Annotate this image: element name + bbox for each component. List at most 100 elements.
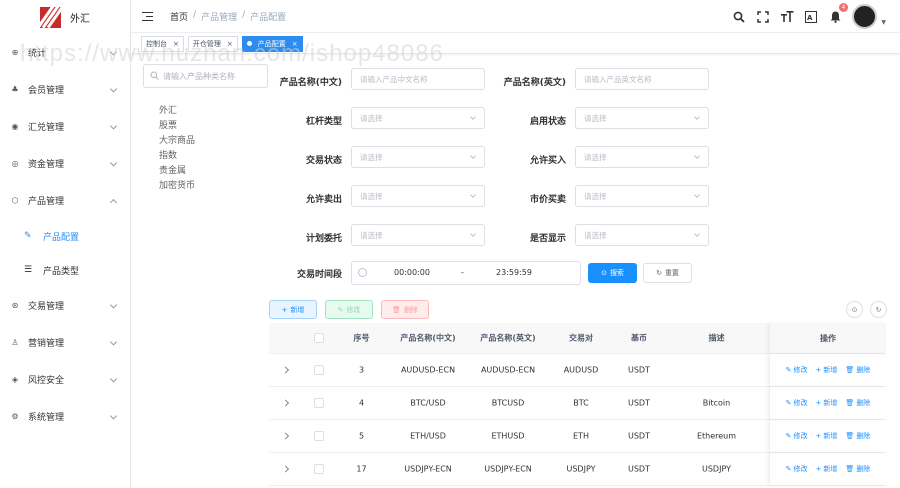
allow-sell-label: 允许卖出 <box>305 195 342 205</box>
sidebar-item-dashboard[interactable]: ⊕ 统计 <box>0 34 130 71</box>
edit-icon: ✎ <box>24 231 32 241</box>
tag-console[interactable]: 控制台 × <box>141 35 184 52</box>
trade-status-label: 交易状态 <box>305 156 342 166</box>
row-edit-button[interactable]: ✎ 修改 <box>786 398 808 408</box>
expand-row-icon[interactable] <box>281 366 290 374</box>
row-edit-button[interactable]: ✎ 修改 <box>786 464 808 474</box>
trade-status-select[interactable]: 请选择 <box>351 146 485 168</box>
row-checkbox[interactable] <box>314 365 324 375</box>
select-placeholder: 请选择 <box>360 191 383 201</box>
avatar[interactable] <box>852 4 878 29</box>
show-select[interactable]: 请选择 <box>575 224 709 246</box>
trade-icon: ⊛ <box>11 301 19 310</box>
sidebar-subitem-edit[interactable]: ✎ 产品配置 <box>0 219 130 253</box>
tag-product-config[interactable]: 产品配置 × <box>241 35 303 52</box>
row-add-button[interactable]: + 新增 <box>816 464 838 474</box>
tree-node[interactable]: 加密货币 <box>159 178 268 193</box>
table-body: 3 AUDUSD-ECN AUDUSD-ECN AUDUSD USDT ✎ 修改 + 新增 🗑 删除… <box>269 354 886 486</box>
expand-row-icon[interactable] <box>281 399 290 407</box>
expand-row-icon[interactable] <box>281 465 290 473</box>
row-checkbox[interactable] <box>314 464 324 474</box>
tag-open-position[interactable]: 开仓管理 × <box>187 35 238 52</box>
time-start[interactable]: 00:00:00 <box>394 268 430 277</box>
allow-sell-select[interactable]: 请选择 <box>351 185 485 207</box>
table-row[interactable]: 4 BTC/USD BTCUSD BTC USDT Bitcoin ✎ 修改 + 新增 🗑 删除 <box>269 387 886 420</box>
sidebar-item-users[interactable]: ♣ 会员管理 <box>0 71 130 108</box>
sidebar-item-shield[interactable]: ◈ 风控安全 <box>0 361 130 398</box>
expand-row-icon[interactable] <box>281 432 290 440</box>
row-edit-button[interactable]: ✎ 修改 <box>786 431 808 441</box>
tree-node[interactable]: 股票 <box>159 118 268 133</box>
cell-name-cn: BTC/USD <box>410 398 446 408</box>
row-delete-label: 删除 <box>856 465 871 473</box>
row-delete-button[interactable]: 🗑 删除 <box>845 398 870 408</box>
name-en-label: 产品名称(英文) <box>503 78 566 88</box>
allow-buy-select[interactable]: 请选择 <box>575 146 709 168</box>
close-icon[interactable]: × <box>173 40 179 48</box>
enabled-select[interactable]: 请选择 <box>575 107 709 129</box>
toggle-search-icon[interactable]: ⊙ <box>846 301 863 318</box>
name-cn-input[interactable]: 请输入产品中文名称 <box>351 68 485 90</box>
sidebar-item-funds[interactable]: ◎ 资金管理 <box>0 145 130 182</box>
fullscreen-icon[interactable] <box>756 10 770 24</box>
sidebar-item-product[interactable]: ⬡ 产品管理 <box>0 182 130 219</box>
logo[interactable]: 外汇 <box>0 0 130 34</box>
tree-node[interactable]: 大宗商品 <box>159 133 268 148</box>
bell-icon[interactable]: 4 <box>828 2 849 24</box>
shield-icon: ◈ <box>11 375 19 384</box>
refresh-icon[interactable]: ↻ <box>870 301 887 318</box>
edit-icon: ✎ <box>337 305 344 314</box>
row-checkbox[interactable] <box>314 398 324 408</box>
row-delete-button[interactable]: 🗑 删除 <box>845 365 870 375</box>
sidebar-item-marketing[interactable]: ♙ 营销管理 <box>0 324 130 361</box>
table-row[interactable]: 5 ETH/USD ETHUSD ETH USDT Ethereum ✎ 修改 + 新增 🗑 删除 <box>269 420 886 453</box>
row-checkbox[interactable] <box>314 431 324 441</box>
list-icon: ☰ <box>24 265 33 275</box>
tree-search-input[interactable]: 请输入产品种类名称 <box>143 64 268 88</box>
sidebar-item-exchange[interactable]: ◉ 汇兑管理 <box>0 108 130 145</box>
market-trade-select[interactable]: 请选择 <box>575 185 709 207</box>
table-row[interactable]: 3 AUDUSD-ECN AUDUSD-ECN AUDUSD USDT ✎ 修改 + 新增 🗑 删除 <box>269 354 886 387</box>
row-edit-button[interactable]: ✎ 修改 <box>786 365 808 375</box>
font-size-icon[interactable] <box>780 10 794 24</box>
plan-order-select[interactable]: 请选择 <box>351 224 485 246</box>
table-header: 序号 产品名称(中文) 产品名称(英文) 交易对 基币 描述 操作 <box>269 323 886 354</box>
row-add-button[interactable]: + 新增 <box>816 431 838 441</box>
delete-button-label: 删除 <box>403 305 418 314</box>
edit-button[interactable]: ✎ 修改 <box>325 300 373 319</box>
sidebar-subitem-list[interactable]: ☰ 产品类型 <box>0 253 130 287</box>
allow-buy-label: 允许买入 <box>529 156 566 166</box>
add-button[interactable]: + 新增 <box>269 300 317 319</box>
close-icon[interactable]: × <box>292 40 298 48</box>
sidebar-item-settings[interactable]: ⚙ 系统管理 <box>0 398 130 435</box>
tree-node[interactable]: 指数 <box>159 148 268 163</box>
time-range-picker[interactable]: 00:00:00 - 23:59:59 <box>351 261 581 285</box>
name-en-input[interactable]: 请输入产品英文名称 <box>575 68 709 90</box>
table-row[interactable]: 17 USDJPY-ECN USDJPY-ECN USDJPY USDT USDJPY ✎ 修… <box>269 453 886 486</box>
breadcrumb-level2: 产品配置 <box>250 12 287 23</box>
caret-down-icon[interactable]: ▼ <box>881 19 886 26</box>
time-end[interactable]: 23:59:59 <box>496 268 532 277</box>
leverage-select[interactable]: 请选择 <box>351 107 485 129</box>
row-add-button[interactable]: + 新增 <box>816 365 838 375</box>
row-delete-button[interactable]: 🗑 删除 <box>845 464 870 474</box>
translate-icon[interactable]: A <box>804 10 818 24</box>
chevron-down-icon <box>470 114 476 120</box>
close-icon[interactable]: × <box>227 40 233 48</box>
reset-button[interactable]: ↻ 重置 <box>643 263 692 283</box>
row-actions: ✎ 修改 + 新增 🗑 删除 <box>769 387 886 419</box>
row-add-button[interactable]: + 新增 <box>816 398 838 408</box>
search-icon[interactable] <box>732 10 746 24</box>
delete-button[interactable]: 🗑 删除 <box>381 300 429 319</box>
breadcrumb-home[interactable]: 首页 <box>170 10 188 23</box>
breadcrumb-level1: 产品管理 <box>201 12 238 23</box>
sidebar-item-trade[interactable]: ⊛ 交易管理 <box>0 287 130 324</box>
search-button[interactable]: ⊙ 搜索 <box>588 263 637 283</box>
select-all-checkbox[interactable] <box>314 333 324 343</box>
tree-node[interactable]: 贵金属 <box>159 163 268 178</box>
row-delete-button[interactable]: 🗑 删除 <box>845 431 870 441</box>
tree-node[interactable]: 外汇 <box>159 103 268 118</box>
trash-icon: 🗑 <box>392 305 401 314</box>
menu-toggle-icon[interactable] <box>142 11 153 21</box>
row-edit-label: 修改 <box>793 366 808 374</box>
